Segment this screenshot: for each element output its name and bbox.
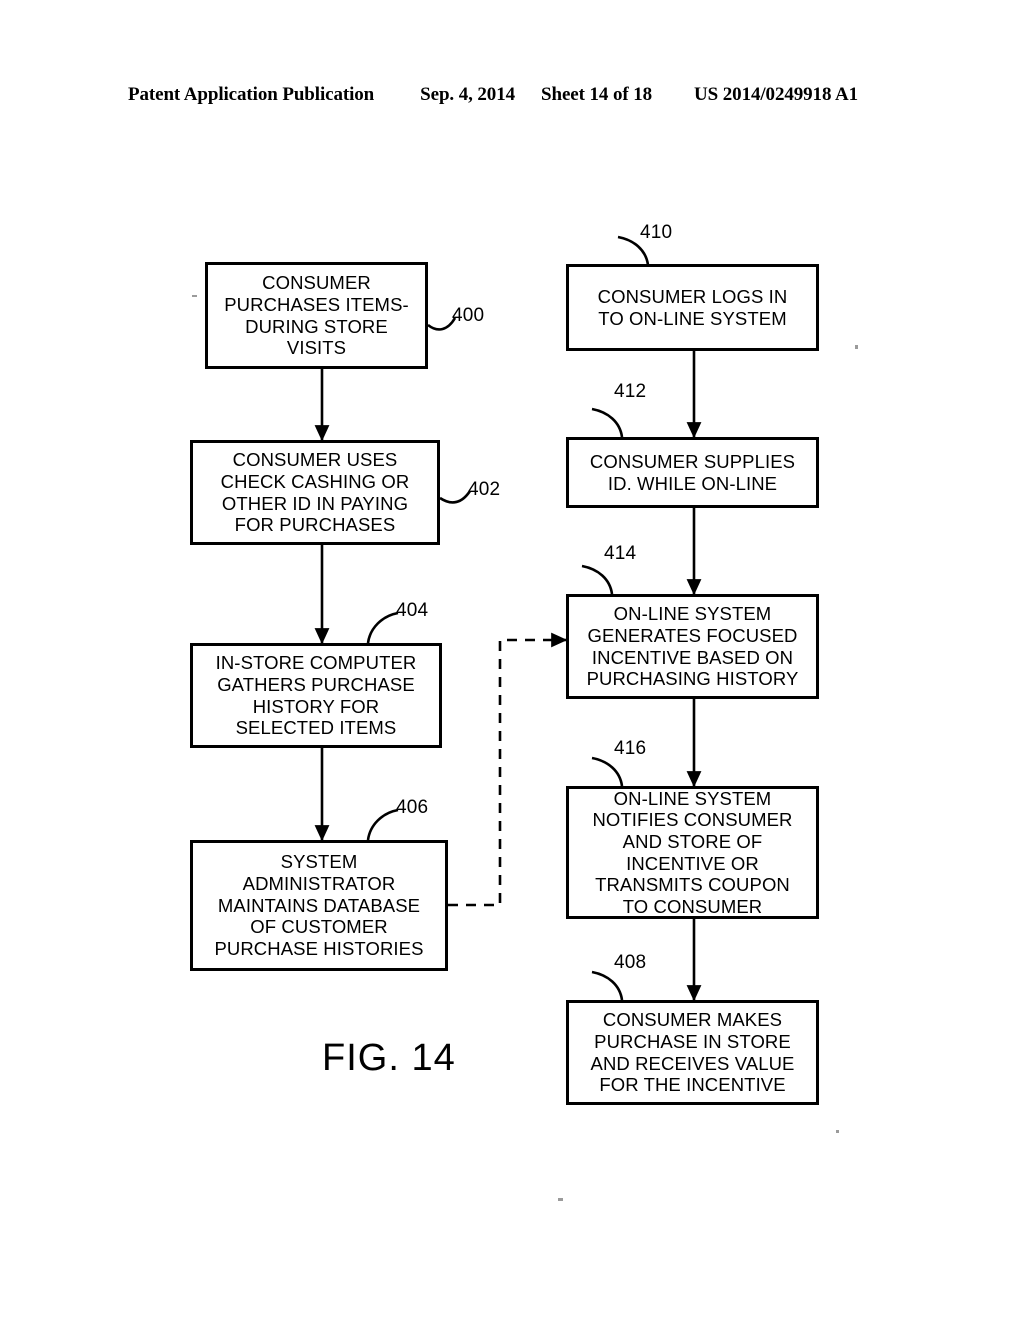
node-406-label: SYSTEM ADMINISTRATOR MAINTAINS DATABASE … <box>214 851 424 959</box>
refnum-416: 416 <box>614 738 647 759</box>
node-412[interactable]: CONSUMER SUPPLIES ID. WHILE ON-LINE <box>566 437 819 508</box>
refnum-402: 402 <box>468 479 501 500</box>
node-404-label: IN-STORE COMPUTER GATHERS PURCHASE HISTO… <box>215 652 417 739</box>
node-400[interactable]: CONSUMER PURCHASES ITEMS- DURING STORE V… <box>205 262 428 369</box>
leader-412 <box>591 407 624 438</box>
node-402[interactable]: CONSUMER USES CHECK CASHING OR OTHER ID … <box>190 440 440 545</box>
node-408-label: CONSUMER MAKES PURCHASE IN STORE AND REC… <box>590 1009 795 1096</box>
node-414-label: ON-LINE SYSTEM GENERATES FOCUSED INCENTI… <box>586 603 799 690</box>
node-416-label: ON-LINE SYSTEM NOTIFIES CONSUMER AND STO… <box>592 787 793 917</box>
node-412-label: CONSUMER SUPPLIES ID. WHILE ON-LINE <box>589 450 796 494</box>
leader-414 <box>581 564 614 595</box>
refnum-406: 406 <box>396 797 429 818</box>
leader-406 <box>366 808 399 841</box>
node-408[interactable]: CONSUMER MAKES PURCHASE IN STORE AND REC… <box>566 1000 819 1105</box>
scan-speckle <box>558 1198 563 1201</box>
leader-408 <box>591 970 624 1001</box>
node-406[interactable]: SYSTEM ADMINISTRATOR MAINTAINS DATABASE … <box>190 840 448 971</box>
scan-speckle <box>855 345 858 349</box>
refnum-412: 412 <box>614 381 647 402</box>
node-410-label: CONSUMER LOGS IN TO ON-LINE SYSTEM <box>597 285 788 329</box>
node-416[interactable]: ON-LINE SYSTEM NOTIFIES CONSUMER AND STO… <box>566 786 819 919</box>
node-404[interactable]: IN-STORE COMPUTER GATHERS PURCHASE HISTO… <box>190 643 442 748</box>
node-414[interactable]: ON-LINE SYSTEM GENERATES FOCUSED INCENTI… <box>566 594 819 699</box>
leader-404 <box>366 611 399 644</box>
scan-speckle <box>192 295 197 297</box>
leader-402 <box>439 490 472 504</box>
flowchart-connectors <box>314 235 702 1002</box>
refnum-404: 404 <box>396 600 429 621</box>
leader-416 <box>591 756 624 787</box>
refnum-414: 414 <box>604 543 637 564</box>
figure-caption: FIG. 14 <box>322 1037 456 1079</box>
leader-400 <box>427 317 457 331</box>
node-400-label: CONSUMER PURCHASES ITEMS- DURING STORE V… <box>224 272 409 359</box>
node-402-label: CONSUMER USES CHECK CASHING OR OTHER ID … <box>220 449 410 536</box>
refnum-400: 400 <box>452 305 485 326</box>
node-410[interactable]: CONSUMER LOGS IN TO ON-LINE SYSTEM <box>566 264 819 351</box>
scan-speckle <box>836 1130 839 1133</box>
refnum-408: 408 <box>614 952 647 973</box>
refnum-410: 410 <box>640 222 673 243</box>
edge-406-414-dashed <box>448 632 568 907</box>
